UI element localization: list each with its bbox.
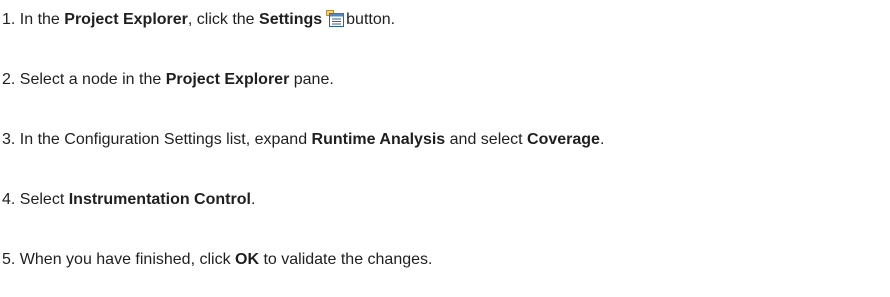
step-4: 4. Select Instrumentation Control. (2, 188, 255, 212)
step-5: 5. When you have finished, click OK to v… (2, 248, 432, 272)
step-2-number: 2. (2, 71, 16, 88)
instrumentation-control-term: Instrumentation Control (68, 191, 251, 208)
step-1-text-3: button. (346, 11, 396, 28)
step-1-text-2: , click the (187, 11, 260, 28)
step-4-text-2: . (250, 191, 256, 208)
step-1-text-1: In the (19, 11, 65, 28)
coverage-term: Coverage (527, 131, 600, 148)
step-3-text-1: In the Configuration Settings list, expa… (19, 131, 312, 148)
step-2: 2. Select a node in the Project Explorer… (2, 68, 334, 92)
step-2-text-2: pane. (289, 71, 334, 88)
step-1: 1. In the Project Explorer, click the Se… (2, 8, 395, 32)
step-3-number: 3. (2, 131, 16, 148)
settings-term: Settings (259, 11, 323, 28)
step-5-number: 5. (2, 251, 16, 268)
ok-term: OK (235, 251, 260, 268)
settings-icon (326, 10, 345, 27)
step-5-text-2: to validate the changes. (259, 251, 433, 268)
step-4-number: 4. (2, 191, 16, 208)
step-3: 3. In the Configuration Settings list, e… (2, 128, 604, 152)
step-5-text-1: When you have finished, click (19, 251, 236, 268)
project-explorer-term: Project Explorer (165, 71, 290, 88)
step-3-text-2: and select (445, 131, 528, 148)
step-1-number: 1. (2, 11, 16, 28)
step-3-text-3: . (599, 131, 605, 148)
project-explorer-term: Project Explorer (64, 11, 188, 28)
step-2-text-1: Select a node in the (19, 71, 166, 88)
step-4-text-1: Select (19, 191, 69, 208)
runtime-analysis-term: Runtime Analysis (311, 131, 446, 148)
